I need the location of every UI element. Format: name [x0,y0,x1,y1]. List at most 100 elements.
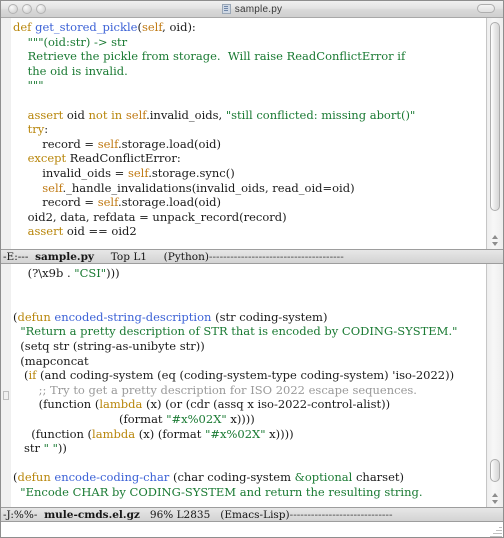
code-token: (function ( [13,426,93,441]
code-token: ReadConflictError: [66,151,181,166]
scroll-down-arrow-icon[interactable] [492,242,498,246]
code-token: "still conflicted: missing abort()" [225,107,416,122]
code-token: invalid_oids = [13,165,128,180]
modeline-position-python: Top [110,250,130,263]
title-bar[interactable]: sample.py [1,1,503,18]
code-token: (?\x9b . [13,266,75,280]
scrollbar-track-python[interactable] [487,18,503,233]
code-token: ;; Try to get a pretty description for I… [13,382,417,397]
scrollbar-thumb-lisp[interactable] [490,459,500,482]
scroll-down-arrow-icon[interactable] [492,500,498,504]
code-token: the oid is invalid. [13,63,128,78]
code-token: "CSI" [74,266,107,280]
modeline-flags-lisp: -J:%%- [3,508,38,521]
code-line: (mapconcat [13,354,486,369]
code-token: self [127,165,149,180]
code-token: .invalid_oids, [146,107,226,122]
code-token: except [27,151,67,166]
code-line: assert oid not in self.invalid_oids, "st… [13,108,486,123]
code-token: "#x%02X" [166,411,227,426]
code-token: .storage.sync() [148,165,235,180]
document-icon [221,4,231,14]
zoom-button[interactable] [36,4,46,14]
scroll-up-arrow-icon[interactable] [492,493,498,497]
modeline-lisp[interactable]: -J:%%- mule-cmds.el.gz 96% L2835 (Emacs-… [1,507,503,522]
code-token: (function ( [13,397,100,412]
code-line: def get_stored_pickle(self, oid): [13,20,486,35]
modeline-fill-python: -------------------------------------- [208,250,344,263]
code-line: except ReadConflictError: [13,151,486,166]
code-line: (setq str (string-as-unibyte str)) [13,339,486,354]
scrollbar-arrows-python[interactable] [487,233,503,249]
echo-area[interactable] [1,522,503,537]
code-line: (function (lambda (x) (format "#x%02X" x… [13,427,486,442]
code-token: "Return a pretty description of STR that… [20,324,458,339]
code-line: (defun encoded-string-description (str c… [13,310,486,325]
lisp-buffer[interactable]: (?\x9b . "CSI"))) (defun encoded-string-… [1,264,503,507]
scrollbar-lisp[interactable] [486,264,503,507]
code-token: self [125,107,147,122]
code-token: oid [63,107,89,122]
code-token: "Encode CHAR by CODING-SYSTEM and return… [13,484,423,499]
close-button[interactable] [8,4,18,14]
code-token: (and coding-system (eq (coding-system-ty… [36,368,455,383]
code-line: ;; Try to get a pretty description for I… [13,383,486,398]
code-token: (char coding-system [169,470,295,485]
code-token: (mapconcat [13,353,89,368]
code-line: str " ")) [13,441,486,456]
code-line: (?\x9b . "CSI"))) [13,266,486,281]
code-token: oid == oid2 [63,224,137,239]
toolbar-toggle-button[interactable] [477,4,495,13]
scrollbar-arrows-lisp[interactable] [487,491,503,507]
code-token: (format [13,411,167,426]
code-token: x)))) [226,411,255,426]
python-buffer[interactable]: def get_stored_pickle(self, oid): """(oi… [1,18,503,249]
minimize-button[interactable] [22,4,32,14]
modeline-major-mode-python: (Python) [163,250,209,263]
code-line: (if (and coding-system (eq (coding-syste… [13,368,486,383]
window-controls[interactable] [8,4,46,14]
modeline-major-mode-lisp: (Emacs-Lisp) [220,508,290,521]
modeline-line-lisp: L2835 [176,508,211,521]
code-token: "#x%02X" [205,426,266,441]
fringe-left-python [1,18,11,249]
code-line: self._handle_invalidations(invalid_oids,… [13,181,486,196]
code-token: (setq str (string-as-unibyte str)) [13,338,205,353]
code-token: (x) (format [135,426,206,441]
code-line: Retrieve the pickle from storage. Will r… [13,49,486,64]
code-token: )) [57,441,67,456]
scroll-up-arrow-icon[interactable] [492,235,498,239]
scrollbar-python[interactable] [486,18,503,249]
code-token: str [13,441,44,456]
code-token: self [42,180,63,195]
code-token: charset) [352,470,404,485]
code-line: invalid_oids = self.storage.sync() [13,166,486,181]
lisp-buffer-text[interactable]: (?\x9b . "CSI"))) (defun encoded-string-… [11,264,486,507]
code-line: (format "#x%02X" x)))) [13,412,486,427]
code-line: (function (lambda (x) (or (cdr (assq x i… [13,397,486,412]
scrollbar-track-lisp[interactable] [487,264,503,491]
modeline-python[interactable]: -E:--- sample.py Top L1 (Python) -------… [1,249,503,264]
scrollbar-thumb-python[interactable] [490,22,500,211]
code-token: " " [43,441,58,456]
python-buffer-text[interactable]: def get_stored_pickle(self, oid): """(oi… [11,18,486,249]
code-line: record = self.storage.load(oid) [13,137,486,152]
code-token: """(oid:str) -> str [27,34,128,49]
code-token: .storage.load(oid) [117,195,221,210]
emacs-window: sample.py def get_stored_pickle(self, oi… [0,0,504,538]
resize-grip[interactable] [489,525,502,537]
code-token: try [27,122,45,137]
code-token: (str coding-system) [211,309,328,324]
code-token: x)))) [265,426,294,441]
code-token: record = [13,195,98,210]
code-token: ))) [106,266,120,280]
code-line: the oid is invalid. [13,64,486,79]
code-token: lambda [99,397,143,412]
title-group: sample.py [1,1,503,17]
